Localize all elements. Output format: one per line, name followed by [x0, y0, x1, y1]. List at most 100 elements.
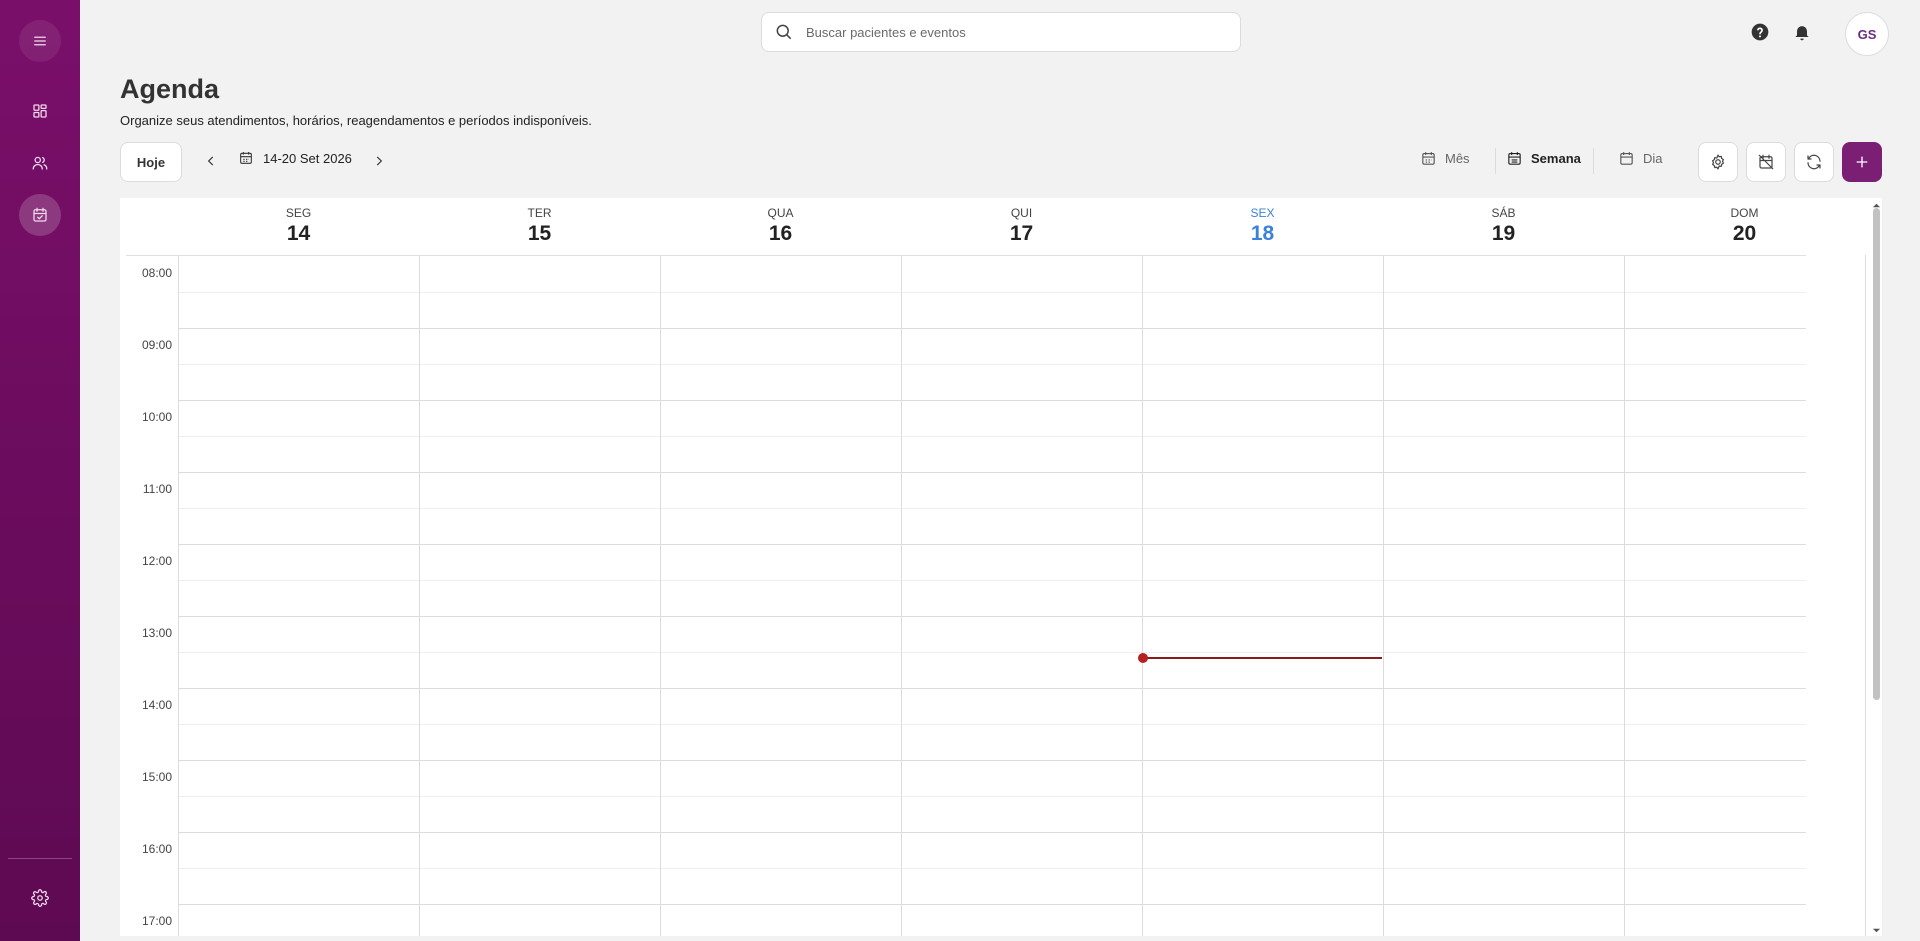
calendar-icon	[240, 152, 252, 164]
day-date: 19	[1491, 222, 1516, 245]
day-name: DOM	[1730, 206, 1759, 220]
half-hour-line	[178, 724, 1806, 725]
help-icon	[1751, 23, 1769, 41]
menu-button[interactable]	[19, 20, 61, 62]
day-header-ter[interactable]: TER 15	[419, 198, 660, 246]
half-hour-line	[178, 508, 1806, 509]
hour-line	[178, 472, 1806, 473]
day-date: 16	[768, 222, 793, 245]
refresh-icon	[1807, 154, 1821, 170]
hour-label: 13:00	[141, 626, 172, 640]
half-hour-line	[178, 436, 1806, 437]
hour-label: 14:00	[141, 698, 172, 712]
add-event-button[interactable]	[1842, 142, 1882, 182]
header-divider	[126, 255, 1806, 256]
half-hour-line	[178, 652, 1806, 653]
week-calendar: SEG 14 TER 15 QUA 16 QUI 17 SEX 18 SÁB 1…	[120, 198, 1882, 936]
hour-label: 08:00	[141, 266, 172, 280]
day-header-sex[interactable]: SEX 18	[1142, 198, 1383, 246]
dashboard-icon	[33, 104, 47, 118]
column-line	[1383, 255, 1384, 936]
sidebar	[0, 0, 80, 941]
hour-line	[178, 832, 1806, 833]
half-hour-line	[178, 364, 1806, 365]
sidebar-divider	[8, 858, 72, 859]
column-line	[419, 255, 420, 936]
gear-icon	[31, 889, 49, 907]
day-header-qui[interactable]: QUI 17	[901, 198, 1142, 246]
search-icon	[776, 24, 792, 40]
hour-label: 09:00	[141, 338, 172, 352]
hour-label: 15:00	[141, 770, 172, 784]
day-date: 15	[527, 222, 552, 245]
view-divider	[1593, 148, 1594, 174]
gear-icon	[1712, 154, 1724, 170]
hour-label: 11:00	[142, 482, 172, 496]
chevron-left-icon	[207, 156, 214, 166]
search-input[interactable]	[806, 24, 1206, 40]
refresh-button[interactable]	[1794, 142, 1834, 182]
view-day-button[interactable]: Dia	[1618, 150, 1663, 167]
calendar-settings-button[interactable]	[1698, 142, 1738, 182]
sidebar-item-calendar[interactable]	[19, 194, 61, 236]
hour-line	[178, 688, 1806, 689]
day-name: QUA	[767, 206, 794, 220]
column-line	[1142, 255, 1143, 936]
chevron-right-icon	[376, 156, 383, 166]
half-hour-line	[178, 580, 1806, 581]
day-name: SÁB	[1491, 206, 1516, 220]
hour-label: 17:00	[141, 914, 172, 928]
hour-label: 10:00	[141, 410, 172, 424]
day-header-qua[interactable]: QUA 16	[660, 198, 901, 246]
hamburger-icon	[34, 36, 46, 46]
day-name: TER	[527, 206, 552, 220]
sidebar-item-dashboard[interactable]	[19, 90, 61, 132]
day-header-dom[interactable]: DOM 20	[1624, 198, 1865, 246]
hour-label: 16:00	[141, 842, 172, 856]
hour-line	[178, 328, 1806, 329]
view-month-label: Mês	[1445, 151, 1470, 166]
current-time-dot	[1138, 653, 1148, 663]
current-time-line	[1142, 657, 1382, 659]
help-button[interactable]	[1748, 20, 1772, 44]
column-line	[1624, 255, 1625, 936]
column-line	[1865, 255, 1866, 936]
page-title: Agenda	[120, 74, 220, 104]
half-hour-line	[178, 868, 1806, 869]
calendar-check-icon	[33, 207, 47, 222]
column-line	[901, 255, 902, 936]
next-week-button[interactable]	[368, 150, 390, 172]
date-range-label: 14-20 Set 2026	[263, 150, 352, 166]
scrollbar-thumb[interactable]	[1873, 208, 1880, 700]
calendar-off-icon	[1758, 154, 1774, 170]
prev-week-button[interactable]	[200, 150, 222, 172]
hour-line	[178, 616, 1806, 617]
scroll-down-arrow[interactable]	[1872, 926, 1881, 935]
sidebar-item-settings[interactable]	[19, 877, 61, 919]
column-line	[178, 255, 179, 936]
hour-label: 12:00	[141, 554, 172, 568]
day-date: 18	[1250, 222, 1275, 245]
bell-icon	[1795, 26, 1809, 41]
notifications-button[interactable]	[1790, 20, 1814, 44]
date-range-picker[interactable]: 14-20 Set 2026	[238, 150, 352, 166]
view-week-button[interactable]: Semana	[1506, 150, 1581, 167]
view-divider	[1495, 148, 1496, 174]
half-hour-line	[178, 292, 1806, 293]
hour-line	[178, 544, 1806, 545]
page-subtitle: Organize seus atendimentos, horários, re…	[120, 113, 592, 128]
unavailable-period-button[interactable]	[1746, 142, 1786, 182]
day-date: 17	[1009, 222, 1034, 245]
view-month-button[interactable]: Mês	[1420, 150, 1470, 167]
view-day-label: Dia	[1643, 151, 1663, 166]
plus-icon	[1856, 156, 1868, 168]
half-hour-line	[178, 796, 1806, 797]
search-bar[interactable]	[761, 12, 1241, 52]
day-header-sab[interactable]: SÁB 19	[1383, 198, 1624, 246]
today-button[interactable]: Hoje	[120, 142, 182, 182]
day-date: 14	[286, 222, 311, 245]
avatar[interactable]: GS	[1845, 12, 1889, 56]
sidebar-item-patients[interactable]	[19, 142, 61, 184]
day-header-seg[interactable]: SEG 14	[178, 198, 419, 246]
view-week-label: Semana	[1531, 151, 1581, 166]
